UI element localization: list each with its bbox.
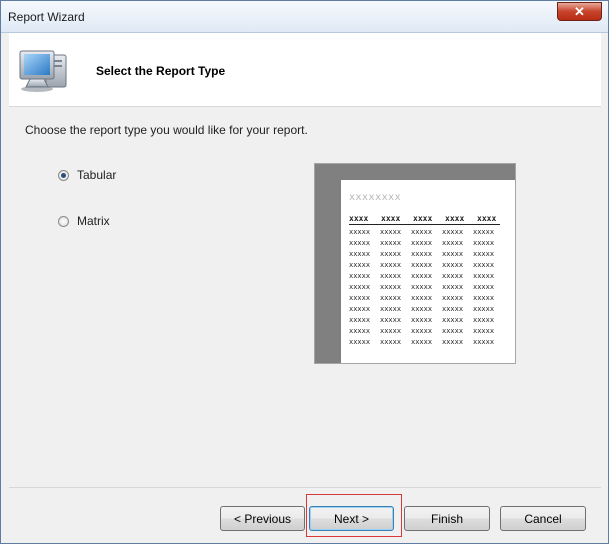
preview-header-cell: xxxx: [349, 214, 369, 223]
cancel-button[interactable]: Cancel: [500, 506, 586, 531]
preview-row: xxxxx xxxxx xxxxx xxxxx xxxxx: [349, 260, 500, 271]
preview-cell: xxxxx: [442, 327, 464, 335]
matrix-label[interactable]: Matrix: [77, 214, 110, 228]
preview-cell: xxxxx: [380, 228, 402, 236]
preview-cell: xxxxx: [349, 239, 371, 247]
preview-cell: xxxxx: [411, 316, 433, 324]
preview-cell: xxxxx: [442, 261, 464, 269]
preview-cell: xxxxx: [349, 294, 371, 302]
preview-cell: xxxxx: [411, 338, 433, 346]
preview-row: xxxxx xxxxx xxxxx xxxxx xxxxx: [349, 238, 500, 249]
wizard-header: Select the Report Type: [9, 33, 601, 106]
preview-cell: xxxxx: [442, 294, 464, 302]
preview-cell: xxxxx: [349, 305, 371, 313]
preview-cell: xxxxx: [380, 316, 402, 324]
close-button[interactable]: ✕: [557, 2, 602, 21]
preview-cell: xxxxx: [349, 261, 371, 269]
radio-selected-indicator[interactable]: [58, 169, 69, 181]
preview-cell: xxxxx: [442, 316, 464, 324]
preview-cell: xxxxx: [442, 272, 464, 280]
previous-button[interactable]: < Previous: [220, 506, 305, 531]
preview-cell: xxxxx: [349, 283, 371, 291]
preview-cell: xxxxx: [473, 239, 495, 247]
preview-cell: xxxxx: [411, 327, 433, 335]
preview-cell: xxxxx: [411, 261, 433, 269]
preview-cell: xxxxx: [349, 250, 371, 258]
preview-cell: xxxxx: [380, 250, 402, 258]
preview-cell: xxxxx: [349, 327, 371, 335]
preview-cell: xxxxx: [380, 261, 402, 269]
preview-header-cell: xxxx: [381, 214, 401, 223]
matrix-radio[interactable]: Matrix: [58, 214, 110, 228]
preview-cell: xxxxx: [411, 283, 433, 291]
preview-cell: xxxxx: [411, 228, 433, 236]
preview-row: xxxxx xxxxx xxxxx xxxxx xxxxx: [349, 304, 500, 315]
preview-cell: xxxxx: [442, 239, 464, 247]
tabular-label[interactable]: Tabular: [77, 168, 116, 182]
preview-cell: xxxxx: [442, 228, 464, 236]
preview-header-cell: xxxx: [477, 214, 497, 223]
preview-cell: xxxxx: [473, 327, 495, 335]
preview-cell: xxxxx: [349, 316, 371, 324]
preview-cell: xxxxx: [473, 272, 495, 280]
preview-cell: xxxxx: [442, 283, 464, 291]
preview-row: xxxxx xxxxx xxxxx xxxxx xxxxx: [349, 282, 500, 293]
preview-cell: xxxxx: [473, 228, 495, 236]
next-button-highlight: [306, 494, 402, 537]
preview-cell: xxxxx: [411, 305, 433, 313]
preview-cell: xxxxx: [473, 294, 495, 302]
header-divider: [9, 106, 601, 107]
preview-cell: xxxxx: [380, 283, 402, 291]
preview-cell: xxxxx: [473, 261, 495, 269]
footer-divider: [9, 487, 601, 488]
preview-cell: xxxxx: [473, 338, 495, 346]
preview-row: xxxxx xxxxx xxxxx xxxxx xxxxx: [349, 227, 500, 238]
preview-cell: xxxxx: [473, 316, 495, 324]
window-title: Report Wizard: [8, 10, 85, 24]
preview-cell: xxxxx: [380, 305, 402, 313]
preview-cell: xxxxx: [411, 294, 433, 302]
computer-monitor-icon: [19, 50, 67, 92]
radio-unselected-indicator[interactable]: [58, 215, 69, 227]
preview-row: xxxxx xxxxx xxxxx xxxxx xxxxx: [349, 271, 500, 282]
preview-row: xxxxx xxxxx xxxxx xxxxx xxxxx: [349, 249, 500, 260]
preview-cell: xxxxx: [349, 228, 371, 236]
preview-cell: xxxxx: [442, 338, 464, 346]
preview-cell: xxxxx: [380, 272, 402, 280]
preview-cell: xxxxx: [349, 338, 371, 346]
preview-header-cell: xxxx: [413, 214, 433, 223]
preview-header-row: xxxx xxxx xxxx xxxx xxxx: [349, 214, 500, 225]
preview-cell: xxxxx: [473, 283, 495, 291]
preview-row: xxxxx xxxxx xxxxx xxxxx xxxxx: [349, 337, 500, 348]
preview-cell: xxxxx: [380, 338, 402, 346]
report-preview: xxxxxxxx xxxx xxxx xxxx xxxx xxxx xxxxx xxxxx x…: [314, 163, 516, 364]
preview-cell: xxxxx: [411, 250, 433, 258]
preview-cell: xxxxx: [380, 327, 402, 335]
instruction-text: Choose the report type you would like fo…: [25, 123, 308, 137]
preview-table: xxxx xxxx xxxx xxxx xxxx xxxxx xxxxx xxxxx xxxxx…: [349, 214, 500, 348]
finish-button[interactable]: Finish: [404, 506, 490, 531]
preview-row: xxxxx xxxxx xxxxx xxxxx xxxxx: [349, 315, 500, 326]
preview-cell: xxxxx: [349, 272, 371, 280]
page-title: Select the Report Type: [96, 64, 226, 78]
preview-row: xxxxx xxxxx xxxxx xxxxx xxxxx: [349, 293, 500, 304]
preview-paper: xxxxxxxx xxxx xxxx xxxx xxxx xxxx xxxxx xxxxx x…: [341, 180, 515, 363]
tabular-radio[interactable]: Tabular: [58, 168, 116, 182]
preview-header-cell: xxxx: [445, 214, 465, 223]
preview-cell: xxxxx: [411, 239, 433, 247]
preview-cell: xxxxx: [442, 250, 464, 258]
preview-cell: xxxxx: [411, 272, 433, 280]
preview-row: xxxxx xxxxx xxxxx xxxxx xxxxx: [349, 326, 500, 337]
preview-cell: xxxxx: [442, 305, 464, 313]
title-bar[interactable]: Report Wizard ✕: [1, 1, 608, 33]
preview-cell: xxxxx: [473, 250, 495, 258]
preview-cell: xxxxx: [380, 239, 402, 247]
close-icon: ✕: [574, 4, 585, 19]
preview-cell: xxxxx: [380, 294, 402, 302]
preview-cell: xxxxx: [473, 305, 495, 313]
preview-title: xxxxxxxx: [349, 192, 402, 203]
report-wizard-window: Report Wizard ✕ Select the Report Type C…: [0, 0, 609, 544]
